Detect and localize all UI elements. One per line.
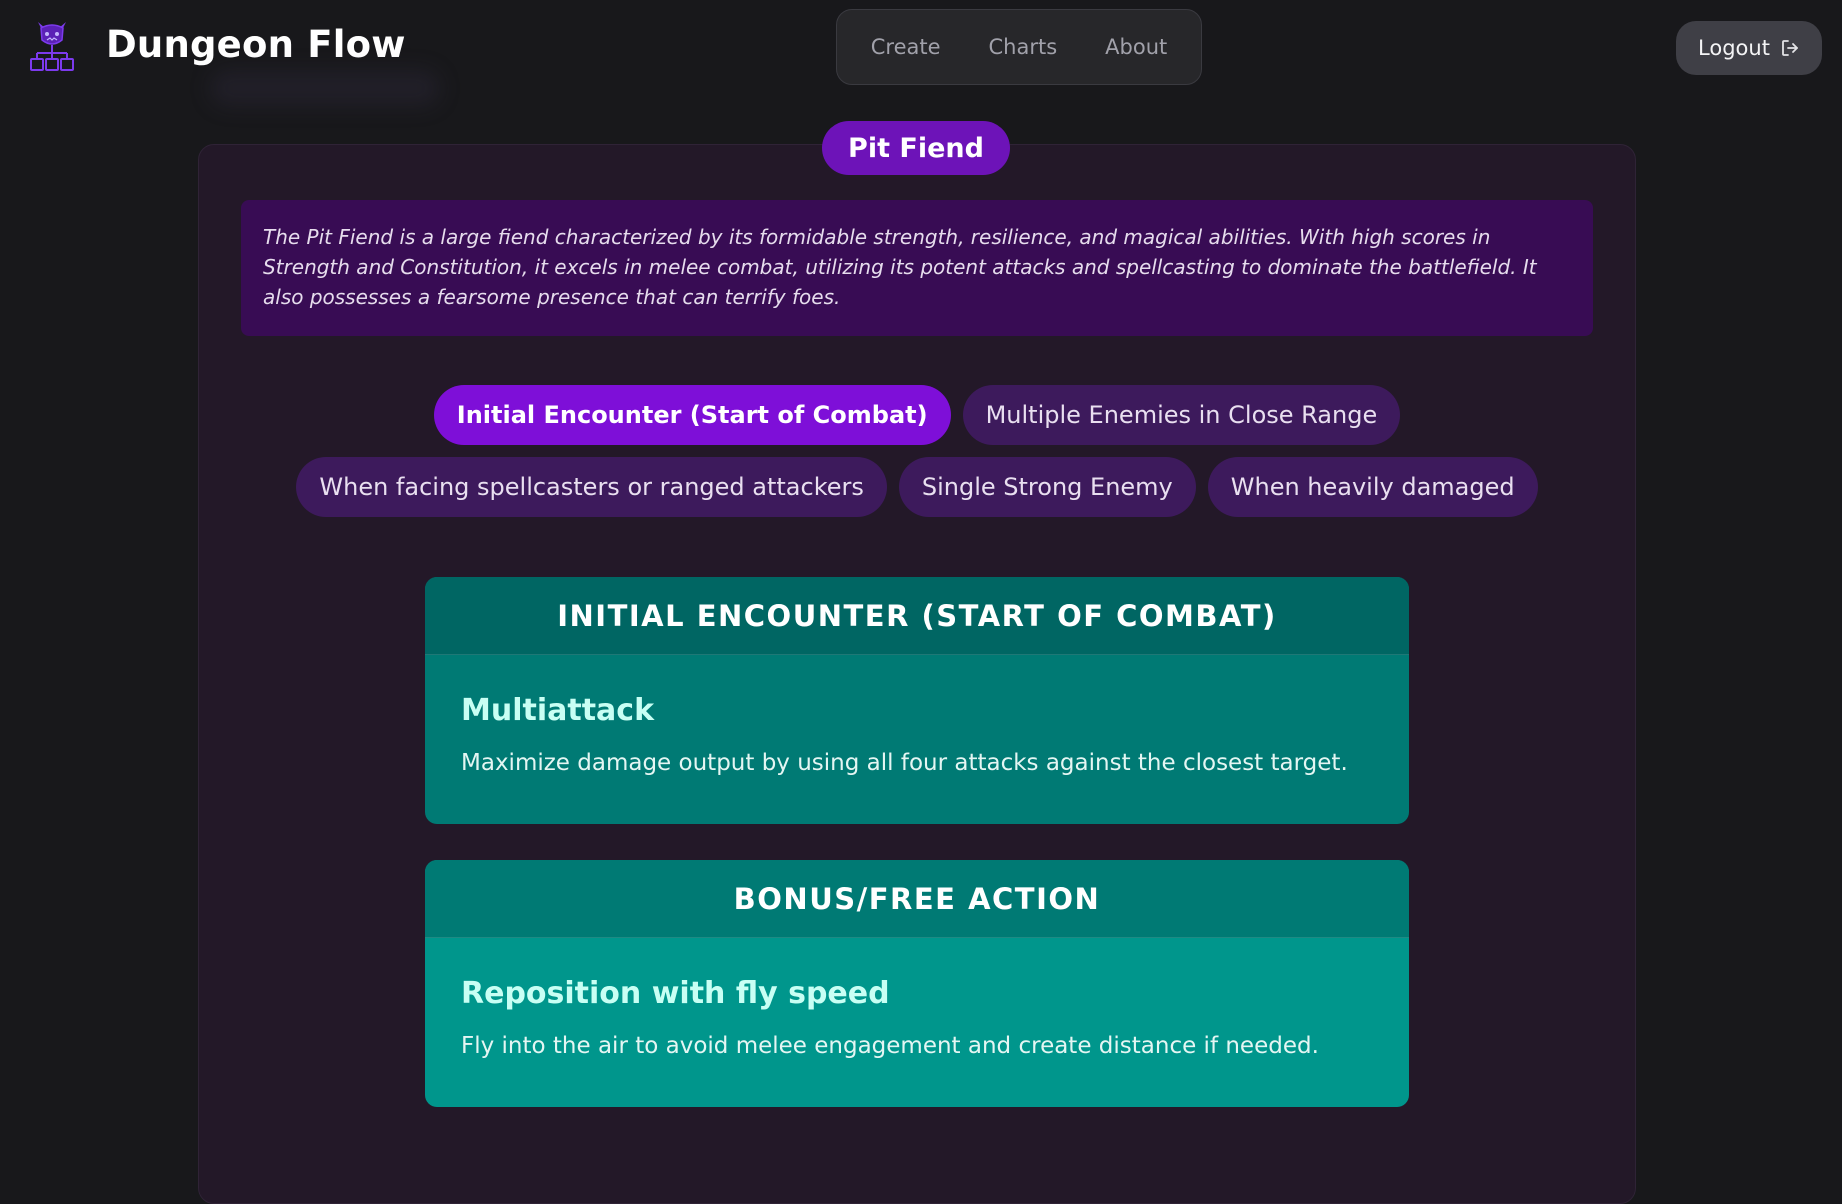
card-header: INITIAL ENCOUNTER (START OF COMBAT) [425,577,1409,655]
nav-charts-link[interactable]: Charts [965,35,1082,59]
monster-name-badge: Pit Fiend [822,121,1010,175]
nav-create-link[interactable]: Create [847,35,965,59]
demon-flowchart-icon [30,22,74,71]
card-title: Multiattack [461,693,655,728]
brand[interactable]: Dungeon Flow [30,16,406,72]
monster-description: The Pit Fiend is a large fiend character… [241,200,1593,336]
tab-facing-spellcasters[interactable]: When facing spellcasters or ranged attac… [296,457,887,517]
nav-about-link[interactable]: About [1081,35,1191,59]
card-title: Reposition with fly speed [461,976,890,1011]
app-title: Dungeon Flow [106,22,406,66]
card-header: BONUS/FREE ACTION [425,860,1409,938]
logout-label: Logout [1698,36,1770,60]
tab-initial-encounter[interactable]: Initial Encounter (Start of Combat) [433,385,951,445]
main-nav: Create Charts About [836,9,1202,85]
tab-multiple-enemies[interactable]: Multiple Enemies in Close Range [962,385,1401,445]
card-text: Maximize damage output by using all four… [461,750,1348,776]
tab-heavily-damaged[interactable]: When heavily damaged [1207,457,1538,517]
logout-button[interactable]: Logout [1676,21,1822,75]
card-body: Multiattack Maximize damage output by us… [425,693,1409,776]
action-card-bonus: BONUS/FREE ACTION Reposition with fly sp… [425,860,1409,1107]
action-card-initial: INITIAL ENCOUNTER (START OF COMBAT) Mult… [425,577,1409,824]
tab-single-strong-enemy[interactable]: Single Strong Enemy [898,457,1196,517]
decorative-shadow [210,70,440,106]
card-text: Fly into the air to avoid melee engageme… [461,1033,1319,1059]
logout-icon [1782,40,1798,56]
scenario-tabs-row-1: Initial Encounter (Start of Combat) Mult… [0,385,1834,445]
card-body: Reposition with fly speed Fly into the a… [425,976,1409,1059]
scenario-tabs-row-2: When facing spellcasters or ranged attac… [0,457,1834,517]
